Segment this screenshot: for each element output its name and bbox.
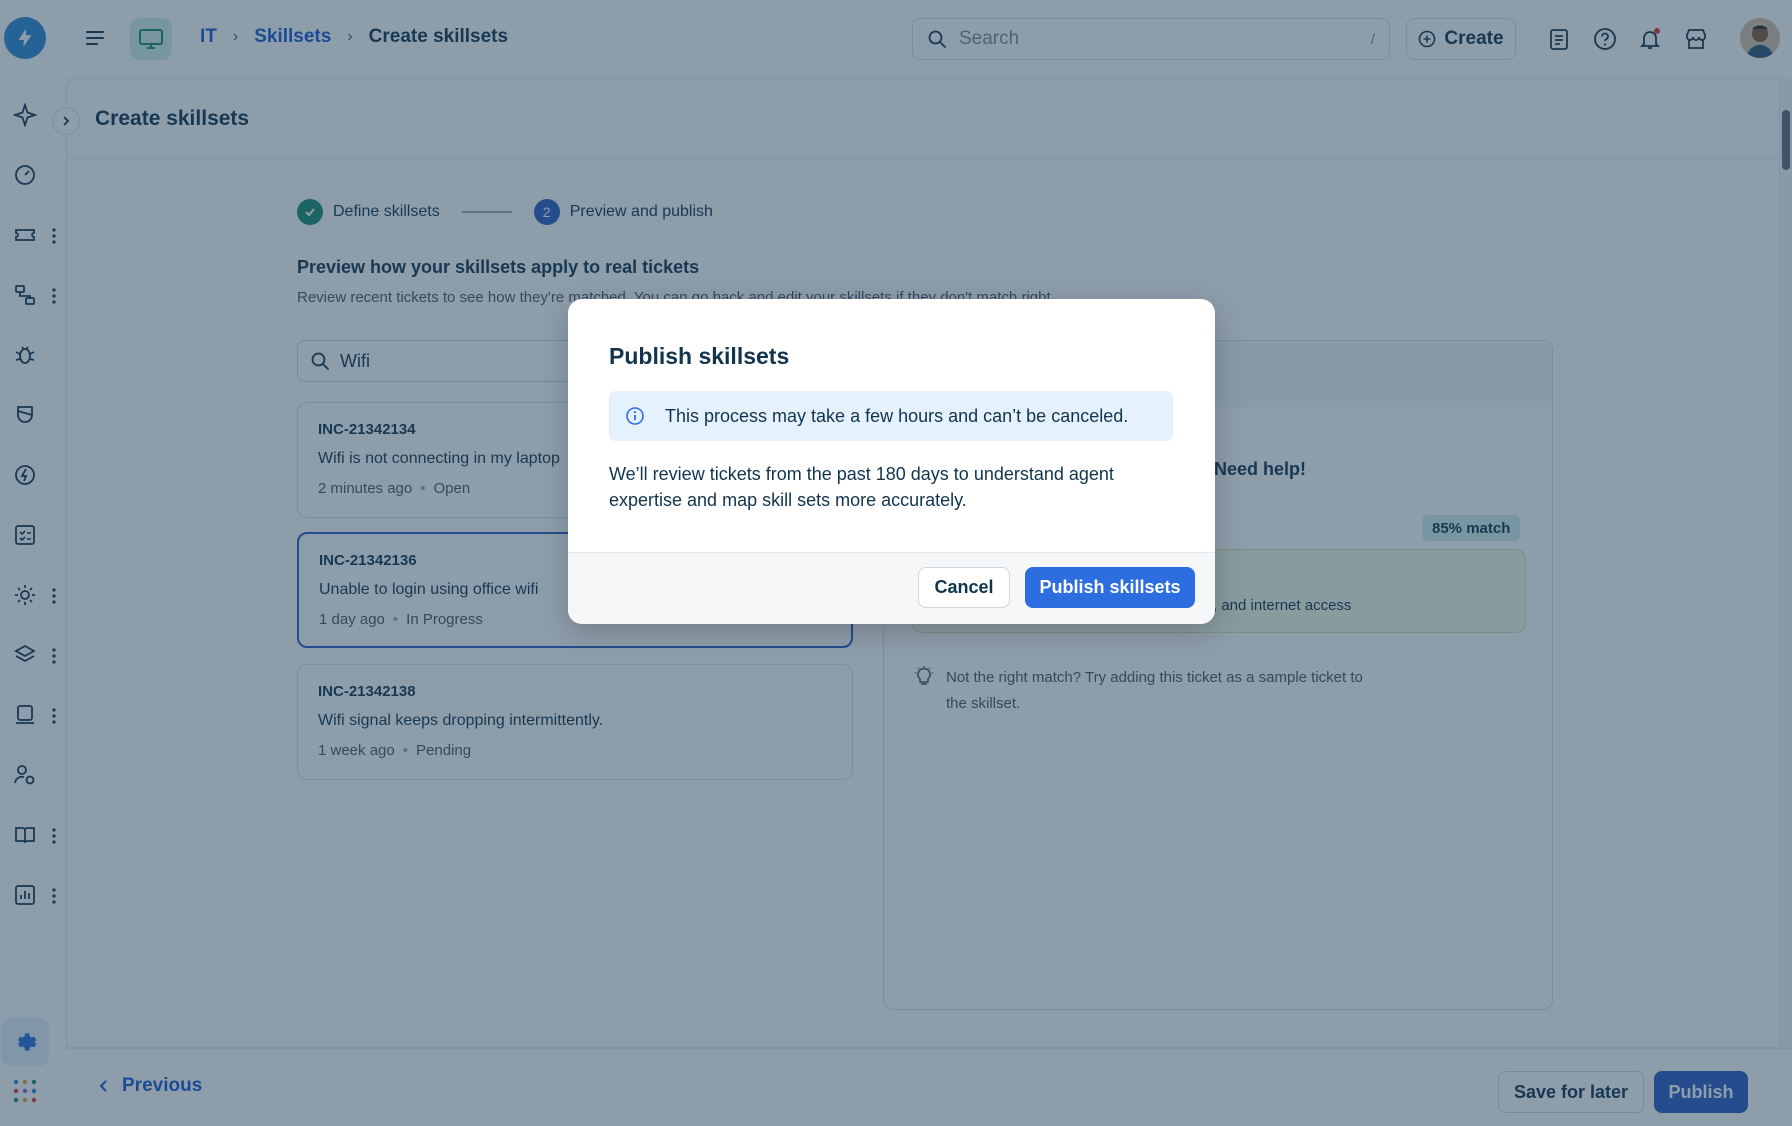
publish-skillsets-button[interactable]: Publish skillsets <box>1025 567 1195 608</box>
modal-info-text: This process may take a few hours and ca… <box>665 405 1129 426</box>
publish-skillsets-modal: Publish skillsets This process may take … <box>568 299 1215 624</box>
modal-title: Publish skillsets <box>609 343 790 369</box>
modal-body-text: We’ll review tickets from the past 180 d… <box>609 464 1114 510</box>
modal-info-banner: This process may take a few hours and ca… <box>609 391 1173 441</box>
info-icon <box>626 407 644 425</box>
modal-footer: Cancel Publish skillsets <box>568 552 1215 624</box>
cancel-button[interactable]: Cancel <box>918 567 1010 608</box>
